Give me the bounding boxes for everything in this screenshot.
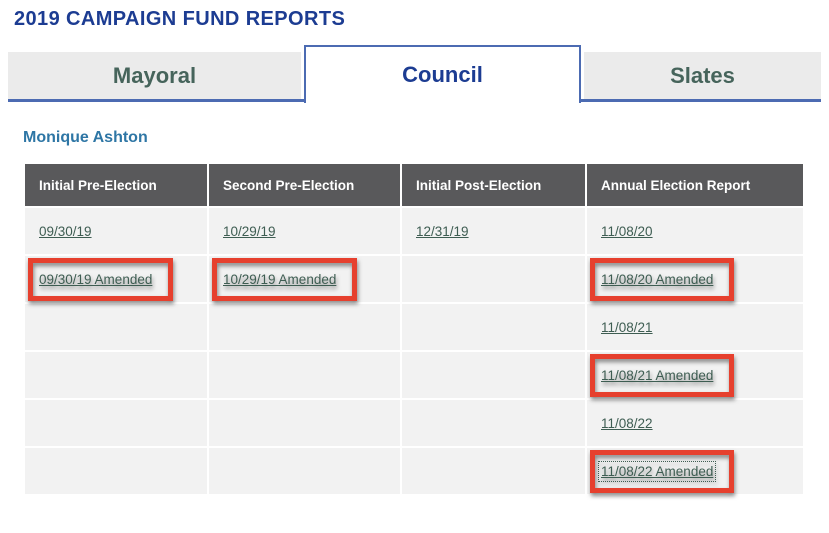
- highlight-annotation: 11/08/20 Amended: [590, 258, 734, 301]
- report-cell: [401, 351, 586, 399]
- tab-slates-label: Slates: [670, 63, 735, 89]
- table-row: 09/30/19 Amended 10/29/19 Amended 11/08/20…: [24, 255, 804, 303]
- report-cell: [401, 399, 586, 447]
- report-cell: 09/30/19: [24, 207, 208, 255]
- report-link[interactable]: 10/29/19: [223, 224, 276, 239]
- header-row: Initial Pre-Election Second Pre-Election…: [24, 163, 804, 207]
- highlight-annotation: 09/30/19 Amended: [28, 258, 173, 301]
- report-link[interactable]: 11/08/22 Amended: [601, 464, 713, 479]
- reports-table: Initial Pre-Election Second Pre-Election…: [23, 162, 805, 496]
- table-row: 11/08/22: [24, 399, 804, 447]
- report-cell: [208, 399, 401, 447]
- report-cell: 11/08/22 Amended: [586, 447, 804, 495]
- report-link[interactable]: 09/30/19: [39, 224, 92, 239]
- tab-council-label: Council: [402, 62, 483, 88]
- report-cell: [208, 351, 401, 399]
- report-cell: 11/08/21 Amended: [586, 351, 804, 399]
- column-header-initial-pre-election: Initial Pre-Election: [24, 163, 208, 207]
- page-title: 2019 CAMPAIGN FUND REPORTS: [14, 8, 829, 31]
- column-header-second-pre-election: Second Pre-Election: [208, 163, 401, 207]
- tab-mayoral-label: Mayoral: [113, 63, 196, 89]
- table-row: 11/08/21: [24, 303, 804, 351]
- column-header-annual-election-report: Annual Election Report: [586, 163, 804, 207]
- report-cell: [208, 447, 401, 495]
- report-cell: [208, 303, 401, 351]
- report-cell: 10/29/19 Amended: [208, 255, 401, 303]
- report-cell: 11/08/20: [586, 207, 804, 255]
- report-cell: 11/08/20 Amended: [586, 255, 804, 303]
- tab-council[interactable]: Council: [304, 45, 581, 103]
- report-link[interactable]: 11/08/20 Amended: [601, 272, 713, 287]
- report-cell: [24, 399, 208, 447]
- highlight-annotation: 11/08/22 Amended: [590, 450, 734, 493]
- report-cell: 12/31/19: [401, 207, 586, 255]
- highlight-annotation: 10/29/19 Amended: [212, 258, 357, 301]
- table-row: 09/30/19 10/29/19 12/31/19 11/08/20: [24, 207, 804, 255]
- tab-bar: Mayoral Council Slates: [8, 45, 821, 103]
- tab-slates[interactable]: Slates: [584, 52, 821, 99]
- report-link[interactable]: 11/08/20: [601, 224, 653, 239]
- report-cell: [401, 303, 586, 351]
- table-row: 11/08/22 Amended: [24, 447, 804, 495]
- report-cell: 10/29/19: [208, 207, 401, 255]
- column-header-initial-post-election: Initial Post-Election: [401, 163, 586, 207]
- highlight-annotation: 11/08/21 Amended: [590, 354, 734, 397]
- report-cell: [401, 447, 586, 495]
- reports-table-body: 09/30/1910/29/1912/31/1911/08/2009/30/19…: [24, 207, 804, 495]
- report-cell: [24, 447, 208, 495]
- report-link[interactable]: 11/08/22: [601, 416, 653, 431]
- report-cell: 11/08/22: [586, 399, 804, 447]
- table-row: 11/08/21 Amended: [24, 351, 804, 399]
- report-link[interactable]: 11/08/21 Amended: [601, 368, 713, 383]
- report-cell: [24, 303, 208, 351]
- report-cell: 09/30/19 Amended: [24, 255, 208, 303]
- report-cell: [24, 351, 208, 399]
- report-cell: 11/08/21: [586, 303, 804, 351]
- tab-mayoral[interactable]: Mayoral: [8, 52, 301, 99]
- reports-table-header: Initial Pre-Election Second Pre-Election…: [24, 163, 804, 207]
- candidate-name: Monique Ashton: [23, 129, 829, 147]
- report-link[interactable]: 12/31/19: [416, 224, 469, 239]
- report-link[interactable]: 11/08/21: [601, 320, 653, 335]
- report-link[interactable]: 10/29/19 Amended: [223, 272, 336, 287]
- report-link[interactable]: 09/30/19 Amended: [39, 272, 152, 287]
- report-cell: [401, 255, 586, 303]
